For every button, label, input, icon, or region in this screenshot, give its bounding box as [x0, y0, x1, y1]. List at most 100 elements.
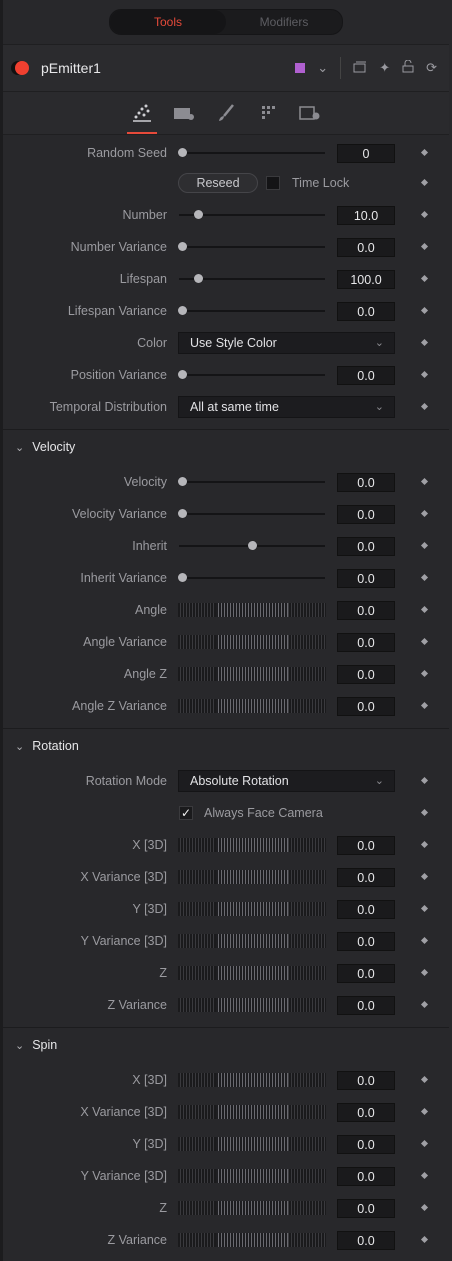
keyframe-diamond-icon[interactable] [420, 274, 429, 283]
keyframe-diamond-icon[interactable] [420, 808, 429, 817]
slider-knob[interactable] [178, 370, 187, 379]
angle-variance-thumbwheel[interactable] [178, 635, 326, 649]
rotation-section-header[interactable]: ⌄ Rotation [3, 728, 449, 763]
keyframe-diamond-icon[interactable] [420, 776, 429, 785]
spin-y-field[interactable]: 0.0 [337, 1135, 395, 1154]
keyframe-diamond-icon[interactable] [420, 338, 429, 347]
keyframe-diamond-icon[interactable] [420, 1139, 429, 1148]
color-dropdown[interactable]: Use Style Color ⌄ [178, 332, 395, 354]
lifespan-field[interactable]: 100.0 [337, 270, 395, 289]
region-tab-icon[interactable] [257, 102, 279, 124]
velocity-field[interactable]: 0.0 [337, 473, 395, 492]
keyframe-diamond-icon[interactable] [420, 402, 429, 411]
inherit-slider[interactable] [179, 541, 325, 550]
random-seed-slider[interactable] [178, 148, 325, 157]
slider-knob[interactable] [178, 242, 187, 251]
rotation-x-variance-field[interactable]: 0.0 [337, 868, 395, 887]
rotation-z-variance-thumbwheel[interactable] [178, 998, 326, 1012]
random-seed-field[interactable]: 0 [337, 144, 395, 163]
slider-knob[interactable] [248, 541, 257, 550]
angle-z-field[interactable]: 0.0 [337, 665, 395, 684]
spin-x-variance-thumbwheel[interactable] [178, 1105, 326, 1119]
time-lock-checkbox[interactable] [266, 176, 280, 190]
color-swatch-icon[interactable] [295, 61, 306, 76]
rotation-x-thumbwheel[interactable] [178, 838, 326, 852]
spin-x-variance-field[interactable]: 0.0 [337, 1103, 395, 1122]
pin-icon[interactable]: ✦ [379, 60, 390, 76]
rotation-y-variance-thumbwheel[interactable] [178, 934, 326, 948]
lifespan-variance-field[interactable]: 0.0 [337, 302, 395, 321]
keyframe-diamond-icon[interactable] [420, 573, 429, 582]
keyframe-diamond-icon[interactable] [420, 840, 429, 849]
lock-icon[interactable] [402, 59, 414, 76]
node-enable-toggle[interactable] [15, 61, 29, 75]
slider-knob[interactable] [178, 509, 187, 518]
keyframe-diamond-icon[interactable] [420, 210, 429, 219]
particles-tab-icon[interactable] [127, 102, 157, 134]
rotation-z-variance-field[interactable]: 0.0 [337, 996, 395, 1015]
settings-tab-icon[interactable] [299, 102, 321, 124]
rotation-y-thumbwheel[interactable] [178, 902, 326, 916]
keyframe-diamond-icon[interactable] [420, 1171, 429, 1180]
tab-modifiers[interactable]: Modifiers [226, 10, 342, 34]
spin-x-thumbwheel[interactable] [178, 1073, 326, 1087]
spin-y-variance-field[interactable]: 0.0 [337, 1167, 395, 1186]
position-variance-slider[interactable] [178, 370, 325, 379]
velocity-slider[interactable] [178, 477, 325, 486]
spin-x-field[interactable]: 0.0 [337, 1071, 395, 1090]
keyframe-diamond-icon[interactable] [420, 701, 429, 710]
position-variance-field[interactable]: 0.0 [337, 366, 395, 385]
reset-icon[interactable]: ⟳ [426, 60, 437, 76]
lifespan-slider[interactable] [179, 274, 325, 283]
keyframe-diamond-icon[interactable] [420, 148, 429, 157]
velocity-variance-slider[interactable] [178, 509, 325, 518]
slider-knob[interactable] [194, 274, 203, 283]
spin-z-thumbwheel[interactable] [178, 1201, 326, 1215]
always-face-camera-checkbox[interactable]: ✓ [179, 806, 193, 820]
angle-thumbwheel[interactable] [178, 603, 326, 617]
keyframe-diamond-icon[interactable] [420, 936, 429, 945]
spin-z-variance-thumbwheel[interactable] [178, 1233, 326, 1247]
velocity-section-header[interactable]: ⌄ Velocity [3, 429, 449, 464]
spin-y-thumbwheel[interactable] [178, 1137, 326, 1151]
reseed-button[interactable]: Reseed [178, 173, 258, 193]
keyframe-diamond-icon[interactable] [420, 1235, 429, 1244]
rotation-x-field[interactable]: 0.0 [337, 836, 395, 855]
number-variance-field[interactable]: 0.0 [337, 238, 395, 257]
keyframe-diamond-icon[interactable] [420, 605, 429, 614]
keyframe-diamond-icon[interactable] [420, 242, 429, 251]
spin-y-variance-thumbwheel[interactable] [178, 1169, 326, 1183]
keyframe-diamond-icon[interactable] [420, 1075, 429, 1084]
number-slider[interactable] [179, 210, 325, 219]
angle-variance-field[interactable]: 0.0 [337, 633, 395, 652]
angle-z-thumbwheel[interactable] [178, 667, 326, 681]
spin-z-field[interactable]: 0.0 [337, 1199, 395, 1218]
inherit-variance-slider[interactable] [178, 573, 325, 582]
chevron-down-icon[interactable]: ⌄ [317, 60, 328, 76]
rotation-y-field[interactable]: 0.0 [337, 900, 395, 919]
keyframe-diamond-icon[interactable] [420, 904, 429, 913]
rotation-y-variance-field[interactable]: 0.0 [337, 932, 395, 951]
keyframe-diamond-icon[interactable] [420, 1107, 429, 1116]
inherit-field[interactable]: 0.0 [337, 537, 395, 556]
velocity-variance-field[interactable]: 0.0 [337, 505, 395, 524]
slider-knob[interactable] [178, 573, 187, 582]
number-variance-slider[interactable] [178, 242, 325, 251]
keyframe-diamond-icon[interactable] [420, 669, 429, 678]
keyframe-diamond-icon[interactable] [420, 1203, 429, 1212]
rotation-z-thumbwheel[interactable] [178, 966, 326, 980]
keyframe-diamond-icon[interactable] [420, 178, 429, 187]
keyframe-diamond-icon[interactable] [420, 637, 429, 646]
temporal-distribution-dropdown[interactable]: All at same time ⌄ [178, 396, 395, 418]
window-icon[interactable] [353, 61, 367, 76]
slider-knob[interactable] [178, 306, 187, 315]
number-field[interactable]: 10.0 [337, 206, 395, 225]
keyframe-diamond-icon[interactable] [420, 541, 429, 550]
spin-section-header[interactable]: ⌄ Spin [3, 1027, 449, 1062]
angle-z-variance-thumbwheel[interactable] [178, 699, 326, 713]
keyframe-diamond-icon[interactable] [420, 509, 429, 518]
keyframe-diamond-icon[interactable] [420, 477, 429, 486]
angle-field[interactable]: 0.0 [337, 601, 395, 620]
slider-knob[interactable] [178, 148, 187, 157]
spin-z-variance-field[interactable]: 0.0 [337, 1231, 395, 1250]
